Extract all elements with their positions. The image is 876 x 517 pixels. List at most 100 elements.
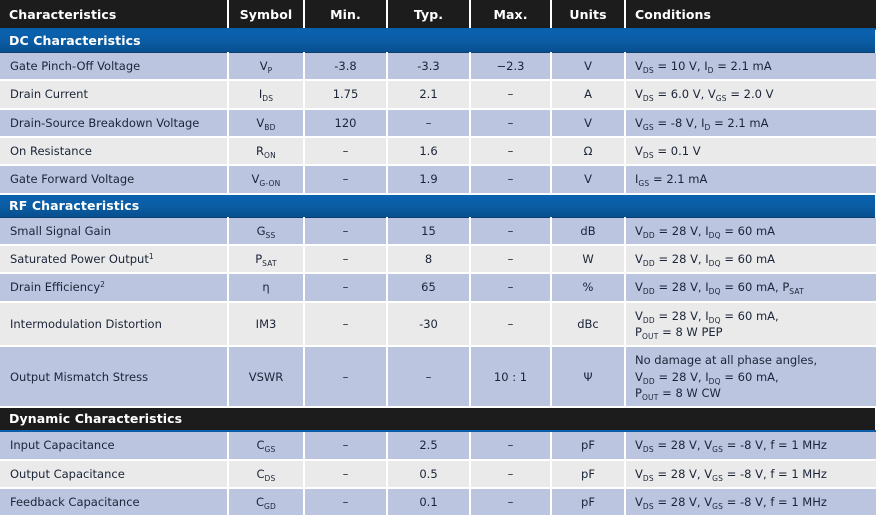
specifications-table: Characteristics Symbol Min. Typ. Max. Units Co… xyxy=(0,0,876,517)
table-row: Small Signal Gain GSS –15– dB VDD = 28 V, ID… xyxy=(0,217,876,246)
table-body: DC Characteristics Gate Pinch-Off Voltage… xyxy=(0,28,876,517)
cell-units: pF xyxy=(551,459,626,489)
cell-min: – xyxy=(304,431,388,461)
cell-units: pF xyxy=(551,487,626,517)
cell-units: A xyxy=(551,80,626,110)
cell-symbol: CGD xyxy=(228,487,305,517)
cell-units: V xyxy=(551,165,626,195)
cell-units: pF xyxy=(551,431,626,461)
cell-typ: 1.9 xyxy=(387,165,471,195)
cell-characteristic: Drain Current xyxy=(0,80,229,110)
cell-typ: 0.5 xyxy=(387,459,471,489)
table-row: Drain Efficiency2 η –65–% VDD = 28 V, IDQ =… xyxy=(0,273,876,303)
table-row: Gate Forward Voltage VG-ON –1.9– V IGS = 2.1… xyxy=(0,165,876,195)
cell-max: – xyxy=(470,108,552,138)
cell-symbol: IM3 xyxy=(228,301,305,348)
cell-conditions: IGS = 2.1 mA xyxy=(625,165,876,195)
column-header-symbol: Symbol xyxy=(228,0,305,30)
column-header-characteristics: Characteristics xyxy=(0,0,229,30)
cell-max: 10 : 1 xyxy=(470,346,552,409)
cell-characteristic: Saturated Power Output1 xyxy=(0,244,229,275)
cell-typ: 65 xyxy=(387,273,471,303)
cell-units: V xyxy=(551,52,626,82)
cell-conditions: No damage at all phase angles, VDD = 28 V… xyxy=(625,346,876,409)
cell-symbol: CDS xyxy=(228,459,305,489)
cell-characteristic: On Resistance xyxy=(0,136,229,167)
cell-max: – xyxy=(470,487,552,517)
cell-min: – xyxy=(304,346,388,409)
cell-max: – xyxy=(470,273,552,303)
cell-characteristic: Input Capacitance xyxy=(0,431,229,461)
cell-conditions: VGS = -8 V, ID = 2.1 mA xyxy=(625,108,876,138)
cell-max: – xyxy=(470,431,552,461)
table-header: Characteristics Symbol Min. Typ. Max. Units Co… xyxy=(0,0,876,30)
cell-units: dBc xyxy=(551,301,626,348)
cell-min: – xyxy=(304,244,388,275)
cell-characteristic: Intermodulation Distortion xyxy=(0,301,229,348)
cell-typ: 0.1 xyxy=(387,487,471,517)
cell-max: – xyxy=(470,165,552,195)
cell-conditions: VDD = 28 V, IDQ = 60 mA xyxy=(625,217,876,246)
table-row: Feedback Capacitance CGD –0.1– pF VDS = 28 V… xyxy=(0,487,876,517)
cell-conditions: VDS = 6.0 V, VGS = 2.0 V xyxy=(625,80,876,110)
section-title: Dynamic Characteristics xyxy=(0,406,876,433)
cell-conditions: VDS = 28 V, VGS = -8 V, f = 1 MHz xyxy=(625,487,876,517)
cell-conditions: VDD = 28 V, IDQ = 60 mA, POUT = 8 W PEP xyxy=(625,301,876,348)
cell-min: – xyxy=(304,487,388,517)
cell-min: -3.8 xyxy=(304,52,388,82)
column-header-min: Min. xyxy=(304,0,388,30)
cell-conditions: VDS = 28 V, VGS = -8 V, f = 1 MHz xyxy=(625,431,876,461)
cell-max: – xyxy=(470,217,552,246)
cell-characteristic: Drain-Source Breakdown Voltage xyxy=(0,108,229,138)
table-row: Output Capacitance CDS –0.5– pF VDS = 28 V, … xyxy=(0,459,876,489)
table-row: On Resistance RON –1.6– Ω VDS = 0.1 V xyxy=(0,136,876,167)
section-header-row: DC Characteristics xyxy=(0,28,876,53)
section-header-row: Dynamic Characteristics xyxy=(0,406,876,433)
cell-min: 1.75 xyxy=(304,80,388,110)
cell-conditions: VDS = 28 V, VGS = -8 V, f = 1 MHz xyxy=(625,459,876,489)
cell-max: – xyxy=(470,80,552,110)
cell-symbol: VG-ON xyxy=(228,165,305,195)
cell-min: – xyxy=(304,165,388,195)
cell-characteristic: Gate Pinch-Off Voltage xyxy=(0,52,229,82)
cell-units: % xyxy=(551,273,626,303)
cell-units: Ω xyxy=(551,136,626,167)
cell-units: dB xyxy=(551,217,626,246)
header-row: Characteristics Symbol Min. Typ. Max. Units Co… xyxy=(0,0,876,30)
cell-max: – xyxy=(470,459,552,489)
cell-units: W xyxy=(551,244,626,275)
cell-symbol: GSS xyxy=(228,217,305,246)
table-row: Intermodulation Distortion IM3– -30– dBc VDD… xyxy=(0,301,876,348)
cell-typ: 2.1 xyxy=(387,80,471,110)
section-header-row: RF Characteristics xyxy=(0,193,876,218)
cell-characteristic: Feedback Capacitance xyxy=(0,487,229,517)
cell-symbol: η xyxy=(228,273,305,303)
section-title: RF Characteristics xyxy=(0,193,876,218)
table-row: Output Mismatch Stress VSWR – –10 : 1 Ψ No da… xyxy=(0,346,876,409)
column-header-units: Units xyxy=(551,0,626,30)
cell-symbol: RON xyxy=(228,136,305,167)
cell-min: – xyxy=(304,217,388,246)
cell-max: – xyxy=(470,136,552,167)
cell-min: 120 xyxy=(304,108,388,138)
table-row: Saturated Power Output1 PSAT –8– W VDD = 28 … xyxy=(0,244,876,275)
cell-typ: 8 xyxy=(387,244,471,275)
cell-characteristic: Drain Efficiency2 xyxy=(0,273,229,303)
cell-typ: 15 xyxy=(387,217,471,246)
column-header-conditions: Conditions xyxy=(625,0,876,30)
cell-max: −2.3 xyxy=(470,52,552,82)
cell-min: – xyxy=(304,459,388,489)
cell-characteristic: Small Signal Gain xyxy=(0,217,229,246)
cell-characteristic: Output Capacitance xyxy=(0,459,229,489)
cell-characteristic: Gate Forward Voltage xyxy=(0,165,229,195)
cell-symbol: IDS xyxy=(228,80,305,110)
cell-max: – xyxy=(470,301,552,348)
cell-conditions: VDD = 28 V, IDQ = 60 mA, PSAT xyxy=(625,273,876,303)
cell-symbol: VBD xyxy=(228,108,305,138)
cell-characteristic: Output Mismatch Stress xyxy=(0,346,229,409)
cell-units: Ψ xyxy=(551,346,626,409)
cell-symbol: VSWR xyxy=(228,346,305,409)
table-row: Input Capacitance CGS –2.5– pF VDS = 28 V, V… xyxy=(0,431,876,461)
cell-min: – xyxy=(304,136,388,167)
cell-min: – xyxy=(304,301,388,348)
